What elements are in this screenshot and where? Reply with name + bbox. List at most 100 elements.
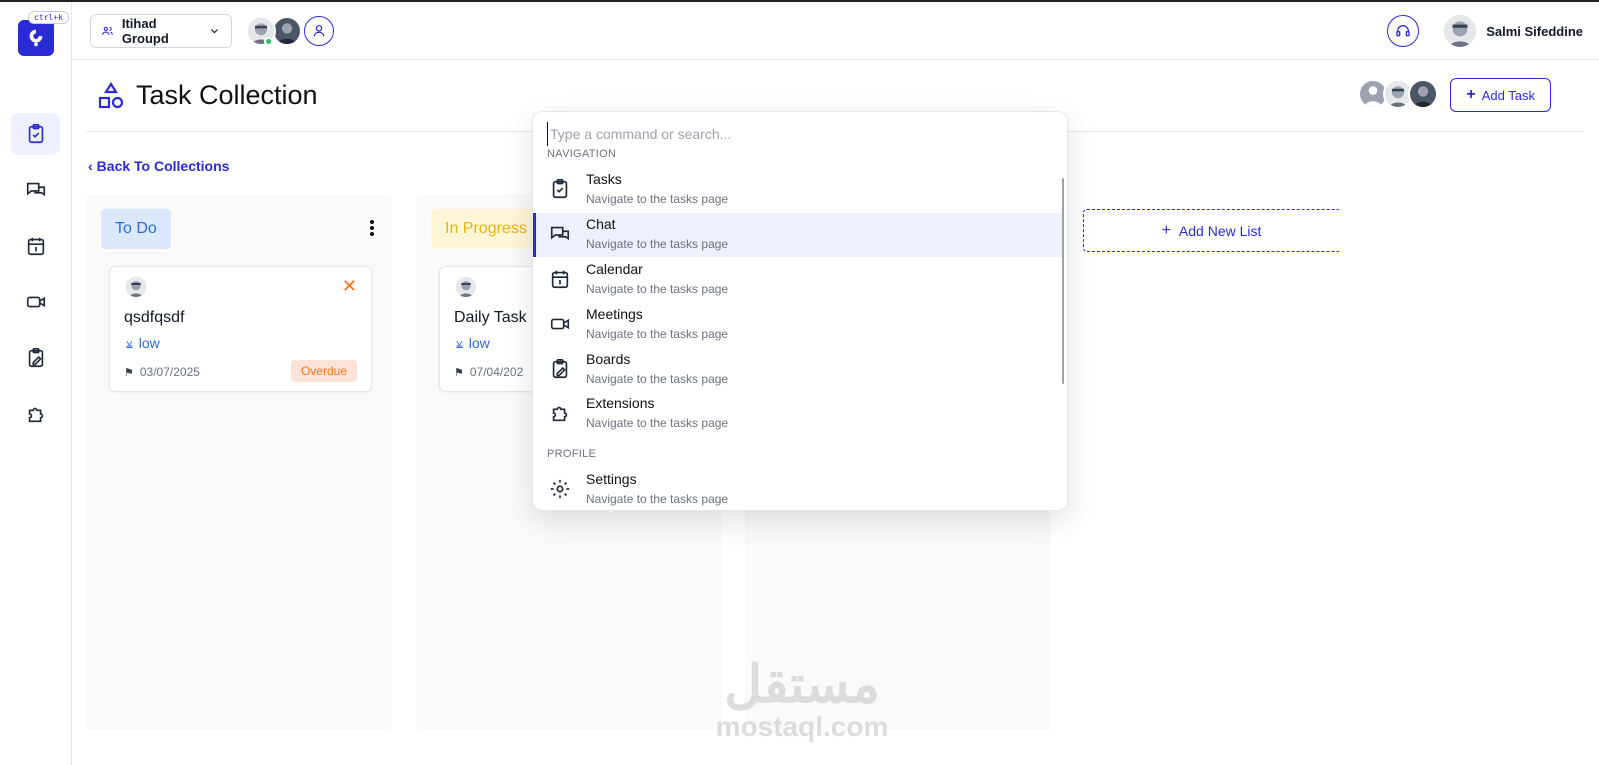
add-list-label: Add New List bbox=[1178, 222, 1262, 239]
add-new-list-button[interactable]: + Add New List bbox=[1083, 209, 1339, 252]
avatar bbox=[1442, 13, 1479, 49]
command-item-extensions[interactable]: Extensions Navigate to the tasks page bbox=[533, 392, 1063, 436]
priority-label: low bbox=[468, 335, 490, 351]
task-title: qsdfqsdf bbox=[124, 309, 185, 326]
command-item-boards[interactable]: Boards Navigate to the tasks page bbox=[533, 348, 1063, 392]
priority-label: low bbox=[138, 335, 160, 351]
group-members bbox=[246, 16, 334, 46]
chevron-left-icon: ‹ bbox=[88, 158, 93, 174]
clipboard-edit-icon bbox=[552, 359, 568, 379]
palette-group-label: NAVIGATION bbox=[547, 148, 617, 160]
sidebar-item-extensions[interactable] bbox=[11, 393, 60, 435]
avatar-image bbox=[456, 277, 476, 297]
watermark: مستقل mostaql.com bbox=[702, 657, 902, 741]
avatar-image bbox=[126, 277, 146, 297]
add-task-label: Add Task bbox=[1481, 87, 1535, 103]
more-vertical-icon[interactable] bbox=[370, 220, 374, 238]
calendar-icon bbox=[551, 270, 569, 289]
avatar-image bbox=[274, 18, 300, 44]
video-icon bbox=[26, 296, 45, 308]
chevron-down-icon bbox=[210, 29, 219, 34]
command-item-settings[interactable]: Settings Navigate to the tasks page bbox=[533, 468, 1063, 510]
headset-icon bbox=[1396, 25, 1410, 37]
sidebar-item-boards[interactable] bbox=[11, 337, 60, 379]
command-item-chat[interactable]: Chat Navigate to the tasks page bbox=[533, 213, 1063, 257]
task-priority: ⩣ low bbox=[126, 335, 160, 351]
task-due-date: ⚑ 03/07/2025 bbox=[124, 365, 200, 379]
watermark-arabic: مستقل bbox=[724, 656, 880, 714]
command-description: Navigate to the tasks page bbox=[586, 192, 729, 206]
sidebar: ctrl+k bbox=[0, 2, 72, 765]
back-to-collections-link[interactable]: ‹ Back To Collections bbox=[88, 158, 229, 174]
flag-icon: ⚑ bbox=[454, 366, 464, 379]
command-label: Boards bbox=[586, 351, 631, 367]
command-label: Meetings bbox=[586, 306, 643, 322]
command-description: Navigate to the tasks page bbox=[586, 237, 729, 251]
back-link-label: Back To Collections bbox=[96, 158, 230, 174]
chat-icon bbox=[26, 182, 45, 197]
users-icon bbox=[102, 26, 113, 35]
command-item-meetings[interactable]: Meetings Navigate to the tasks page bbox=[533, 303, 1063, 347]
watermark-latin: mostaql.com bbox=[715, 711, 889, 742]
sidebar-item-tasks[interactable] bbox=[11, 113, 60, 155]
sidebar-item-calendar[interactable] bbox=[11, 225, 60, 267]
command-search-input[interactable] bbox=[547, 122, 1047, 146]
column-title[interactable]: To Do bbox=[101, 209, 171, 249]
support-button[interactable] bbox=[1387, 15, 1419, 47]
gear-icon bbox=[550, 479, 570, 499]
command-item-calendar[interactable]: Calendar Navigate to the tasks page bbox=[533, 258, 1063, 302]
puzzle-icon bbox=[552, 406, 568, 422]
page-title-group: Task Collection bbox=[96, 80, 318, 111]
command-label: Chat bbox=[586, 216, 616, 232]
task-due-date: ⚑ 07/04/202 bbox=[454, 365, 523, 379]
avatar-image bbox=[1444, 15, 1477, 47]
chat-icon bbox=[550, 226, 570, 241]
plus-icon: + bbox=[1161, 221, 1171, 239]
top-bar: Itihad Groupd Salmi Sifeddine bbox=[72, 2, 1599, 60]
add-task-button[interactable]: + Add Task bbox=[1450, 78, 1551, 112]
task-priority: ⩣ low bbox=[456, 335, 490, 351]
command-description: Navigate to the tasks page bbox=[586, 327, 729, 341]
page-title: Task Collection bbox=[136, 80, 318, 110]
chevrons-down-icon: ⩣ bbox=[456, 336, 463, 349]
app-logo[interactable] bbox=[18, 20, 54, 56]
avatar[interactable] bbox=[272, 16, 302, 46]
command-label: Tasks bbox=[586, 171, 622, 187]
command-description: Navigate to the tasks page bbox=[586, 372, 729, 386]
shapes-icon bbox=[98, 81, 124, 108]
group-selector[interactable]: Itihad Groupd bbox=[90, 14, 232, 48]
command-description: Navigate to the tasks page bbox=[586, 492, 729, 506]
user-menu[interactable]: Salmi Sifeddine bbox=[1442, 13, 1583, 49]
sidebar-item-meetings[interactable] bbox=[11, 281, 60, 323]
avatar[interactable] bbox=[1408, 79, 1438, 109]
command-palette: NAVIGATION Tasks Navigate to the tasks p… bbox=[532, 111, 1068, 511]
task-card[interactable]: ✕ qsdfqsdf ⩣ low ⚑ 03/07/2025 Overdue bbox=[109, 266, 372, 392]
avatar bbox=[124, 275, 148, 299]
calendar-icon bbox=[27, 237, 44, 256]
user-name: Salmi Sifeddine bbox=[1486, 23, 1583, 39]
command-label: Settings bbox=[586, 471, 637, 487]
clipboard-edit-icon bbox=[28, 348, 43, 368]
flag-icon: ⚑ bbox=[124, 366, 134, 379]
user-plus-icon bbox=[313, 25, 325, 37]
logo-icon bbox=[29, 29, 43, 47]
avatar bbox=[454, 275, 478, 299]
palette-scrollbar[interactable] bbox=[1062, 178, 1064, 384]
video-icon bbox=[550, 318, 570, 330]
clipboard-check-icon bbox=[552, 179, 568, 199]
status-badge: Overdue bbox=[290, 360, 357, 382]
command-description: Navigate to the tasks page bbox=[586, 416, 729, 430]
shortcut-badge: ctrl+k bbox=[28, 11, 69, 24]
group-name: Itihad Groupd bbox=[121, 16, 169, 46]
task-title: Daily Task bbox=[454, 309, 527, 326]
command-label: Calendar bbox=[586, 261, 643, 277]
add-member-button[interactable] bbox=[304, 16, 334, 46]
sidebar-item-chat[interactable] bbox=[11, 169, 60, 211]
avatar-image bbox=[1410, 81, 1436, 107]
puzzle-icon bbox=[28, 407, 43, 423]
clipboard-check-icon bbox=[28, 124, 43, 144]
column-title[interactable]: In Progress bbox=[431, 209, 541, 249]
command-item-tasks[interactable]: Tasks Navigate to the tasks page bbox=[533, 168, 1063, 212]
due-date-value: 07/04/202 bbox=[469, 365, 524, 379]
close-icon[interactable]: ✕ bbox=[342, 277, 357, 295]
